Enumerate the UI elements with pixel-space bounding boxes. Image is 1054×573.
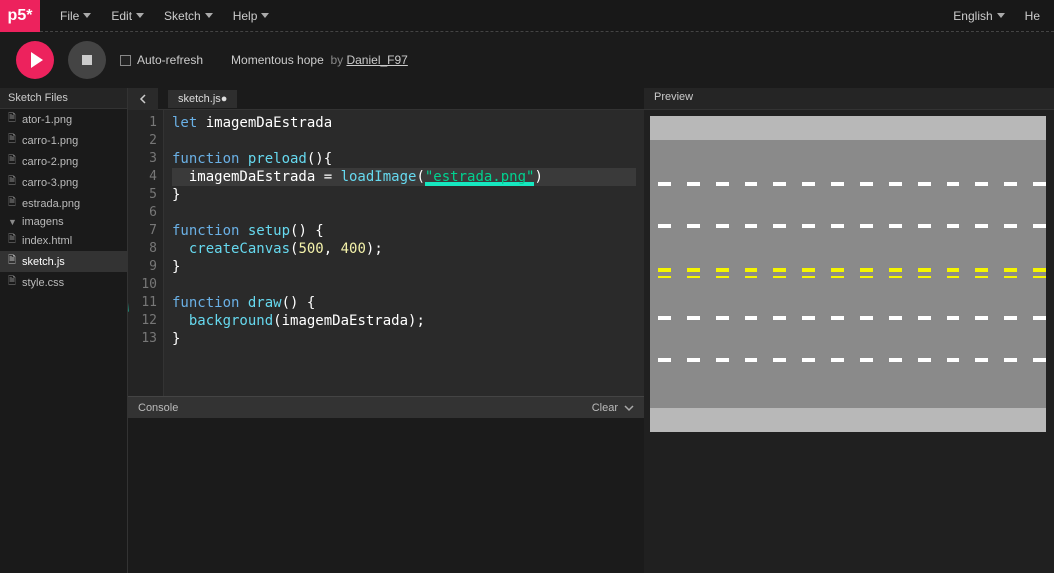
file-icon: 🗎 [8,132,18,149]
folder-icon: ▼ [8,217,18,227]
menu-help[interactable]: Help [223,3,280,29]
lane-line [650,358,1046,362]
file-name: carro-2.png [22,156,78,168]
sidebar-header: Sketch Files [0,88,127,109]
menu-file-label: File [60,9,79,23]
tab-bar: sketch.js● [128,88,644,110]
file-icon: 🗎 [8,274,18,291]
collapse-sidebar-button[interactable] [128,88,158,110]
file-icon: 🗎 [8,195,18,212]
file-name: ator-1.png [22,114,72,126]
file-icon: 🗎 [8,174,18,191]
lane-line [650,224,1046,228]
file-icon: 🗎 [8,111,18,128]
preview-canvas-wrap [644,110,1054,438]
editor-area: sketch.js● 12345678910111213 let imagemD… [128,88,644,573]
menu-he[interactable]: He [1017,3,1048,29]
console-actions: Clear [592,402,634,414]
by-text: by [330,53,343,67]
console: Console Clear [128,396,644,573]
console-label: Console [138,402,178,414]
file-item[interactable]: ▼ imagens [0,214,127,230]
p5-logo[interactable]: p5* [0,0,40,32]
file-item[interactable]: 🗎 carro-2.png [0,151,127,172]
chevron-down-icon [261,13,269,18]
file-name: style.css [22,277,64,289]
file-name: carro-3.png [22,177,78,189]
file-icon: 🗎 [8,232,18,249]
main-area: Sketch Files 🗎 ator-1.png 🗎 carro-1.png 🗎 car… [0,88,1054,573]
menu-language[interactable]: English [945,3,1012,29]
editor-tab[interactable]: sketch.js● [168,90,237,108]
auto-refresh-label: Auto-refresh [137,53,203,67]
tab-label: sketch.js [178,93,221,105]
file-item[interactable]: 🗎 index.html [0,230,127,251]
sketch-name[interactable]: Momentous hope [231,53,324,67]
menu-file[interactable]: File [50,3,101,29]
line-gutter: 12345678910111213 [128,110,164,396]
file-icon: 🗎 [8,253,18,270]
road-curb-top [650,116,1046,140]
menu-language-label: English [953,9,992,23]
lane-line [650,316,1046,320]
preview-canvas [650,116,1046,432]
dirty-indicator: ● [221,93,228,105]
file-item[interactable]: 🗎 style.css [0,272,127,293]
menu-sketch-label: Sketch [164,9,201,23]
code-content[interactable]: let imagemDaEstradafunction preload(){ i… [164,110,644,396]
file-item[interactable]: 🗎 carro-3.png [0,172,127,193]
preview-header: Preview [644,88,1054,110]
chevron-left-icon [138,94,148,104]
controls-bar: Auto-refresh Momentous hope by Daniel_F9… [0,32,1054,88]
code-editor[interactable]: 12345678910111213 let imagemDaEstradafun… [128,110,644,396]
play-button[interactable] [16,41,54,79]
chevron-down-icon [997,13,1005,18]
main-menu: File Edit Sketch Help [50,3,945,29]
right-menu: English He [945,3,1054,29]
play-icon [31,52,43,68]
auto-refresh-toggle[interactable]: Auto-refresh [120,53,203,67]
center-line [650,268,1046,278]
author-link[interactable]: Daniel_F97 [346,53,407,67]
checkbox-icon [120,55,131,66]
chevron-down-icon[interactable] [624,403,634,413]
console-clear-button[interactable]: Clear [592,402,618,414]
menu-edit[interactable]: Edit [101,3,154,29]
file-name: sketch.js [22,256,65,268]
file-icon: 🗎 [8,153,18,170]
file-sidebar: Sketch Files 🗎 ator-1.png 🗎 carro-1.png 🗎 car… [0,88,128,573]
file-name: imagens [22,216,64,228]
file-item[interactable]: 🗎 ator-1.png [0,109,127,130]
file-name: estrada.png [22,198,80,210]
chevron-down-icon [136,13,144,18]
console-header: Console Clear [128,396,644,418]
preview-panel: Preview [644,88,1054,573]
menu-help-label: Help [233,9,258,23]
menu-sketch[interactable]: Sketch [154,3,223,29]
lane-line [650,182,1046,186]
stop-icon [82,55,92,65]
file-name: index.html [22,235,72,247]
top-menu-bar: p5* File Edit Sketch Help English He [0,0,1054,32]
menu-edit-label: Edit [111,9,132,23]
file-item[interactable]: 🗎 sketch.js [0,251,127,272]
chevron-down-icon [205,13,213,18]
file-list: 🗎 ator-1.png 🗎 carro-1.png 🗎 carro-2.png 🗎 carr… [0,109,127,293]
sketch-title: Momentous hope by Daniel_F97 [231,53,408,67]
chevron-down-icon [83,13,91,18]
file-item[interactable]: 🗎 carro-1.png [0,130,127,151]
file-item[interactable]: 🗎 estrada.png [0,193,127,214]
file-name: carro-1.png [22,135,78,147]
stop-button[interactable] [68,41,106,79]
road-curb-bottom [650,408,1046,432]
menu-he-label: He [1025,9,1040,23]
console-body[interactable] [128,418,644,573]
